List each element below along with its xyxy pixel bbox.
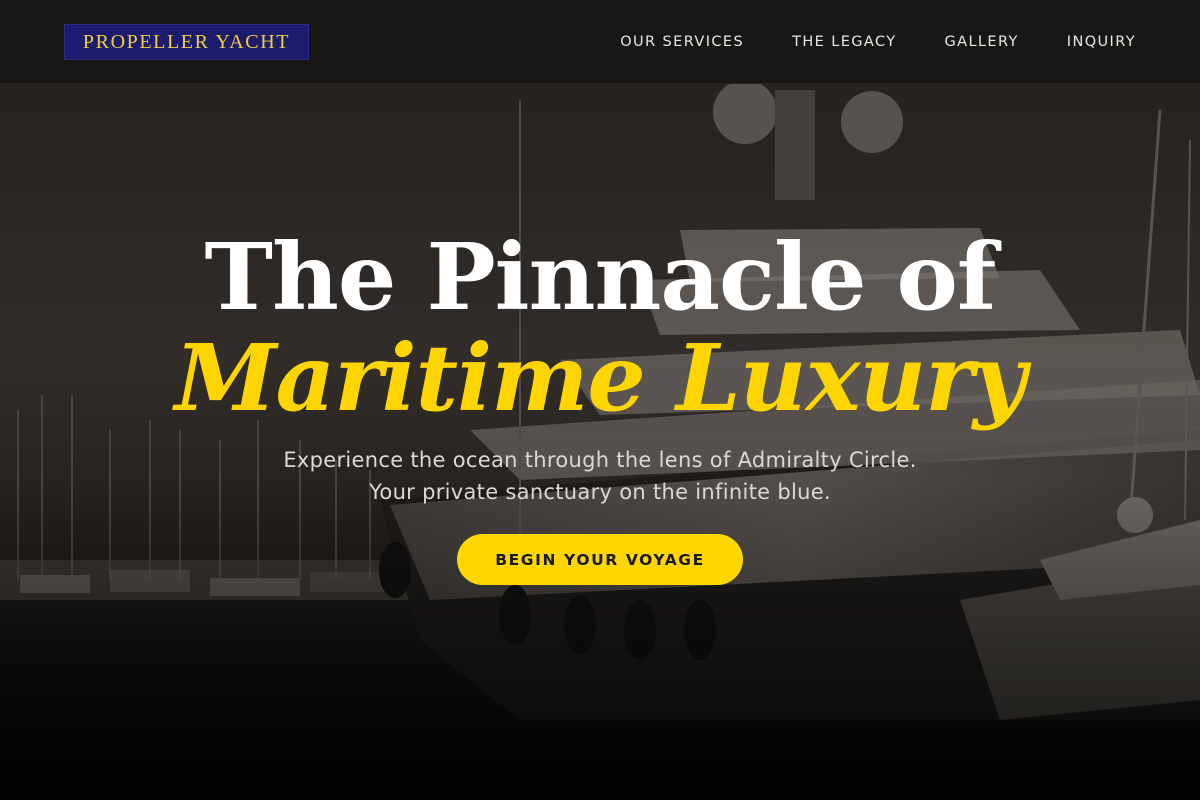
nav-link-inquiry[interactable]: INQUIRY — [1067, 32, 1136, 52]
hero-section: The Pinnacle of Maritime Luxury Experien… — [0, 0, 1200, 800]
begin-voyage-button[interactable]: BEGIN YOUR VOYAGE — [457, 534, 743, 585]
nav-link-our-services[interactable]: OUR SERVICES — [620, 32, 744, 52]
nav-link-gallery[interactable]: GALLERY — [944, 32, 1018, 52]
main-nav: OUR SERVICES THE LEGACY GALLERY INQUIRY — [620, 32, 1136, 52]
nav-link-the-legacy[interactable]: THE LEGACY — [792, 32, 896, 52]
site-header: PROPELLER YACHT OUR SERVICES THE LEGACY … — [0, 0, 1200, 84]
headline-line-1: The Pinnacle of — [204, 223, 997, 331]
headline-line-2: Maritime Luxury — [174, 324, 1026, 432]
landing-page: PROPELLER YACHT OUR SERVICES THE LEGACY … — [0, 0, 1200, 800]
hero-tagline: Experience the ocean through the lens of… — [283, 448, 917, 504]
logo[interactable]: PROPELLER YACHT — [64, 24, 309, 60]
